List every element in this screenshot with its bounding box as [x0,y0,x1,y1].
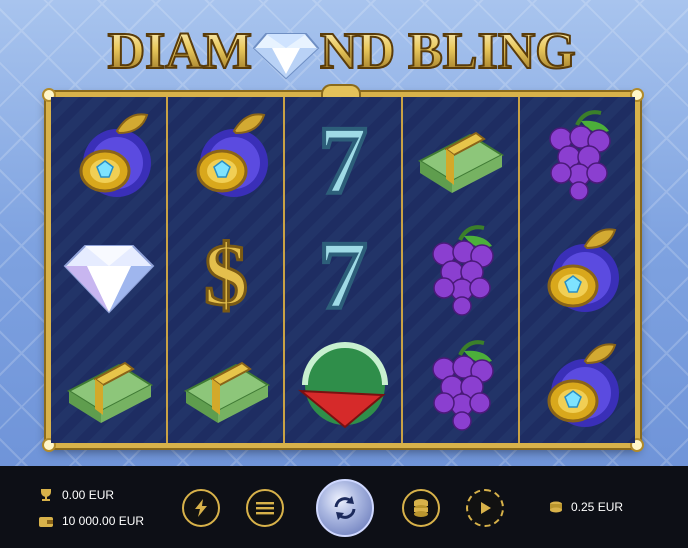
dollar-sign-icon: $ [168,212,283,327]
reel-3: 7 7 [285,97,403,443]
logo-text-left: DIAM [108,23,252,80]
cash-stack-icon [403,97,518,212]
lightning-icon [195,499,207,517]
autoplay-button[interactable] [466,489,504,527]
turbo-button[interactable] [182,489,220,527]
reel-1 [51,97,169,443]
trophy-icon [41,489,51,501]
plum-icon [520,328,635,443]
reel-5 [519,97,636,443]
coin-stack-icon [550,501,562,513]
reel-4 [402,97,520,443]
play-icon [481,502,491,514]
svg-text:$: $ [204,227,248,320]
cash-stack-icon [51,328,166,443]
diamond-icon [51,212,166,327]
plum-icon [520,212,635,327]
spin-arrows-icon [334,496,356,520]
reel-2: $ [168,97,286,443]
win-amount: 0.00 EUR [62,488,115,502]
bet-button[interactable] [402,489,440,527]
logo-diamond-icon [252,33,320,80]
grapes-icon [403,212,518,327]
coins-icon [414,499,428,517]
menu-button[interactable] [246,489,284,527]
balance-amount: 10 000.00 EUR [62,514,145,528]
svg-text:7: 7 [319,107,368,205]
grapes-icon [520,97,635,212]
reel-frame: $ 7 7 [42,84,644,452]
cash-stack-icon [168,328,283,443]
wallet-icon [39,517,53,527]
reel-grid: $ 7 7 [51,97,636,443]
plum-icon [51,97,166,212]
bet-display: 0.25 EUR [549,500,623,514]
plum-icon [168,97,283,212]
bet-amount: 0.25 EUR [571,500,624,514]
svg-text:7: 7 [319,222,368,320]
seven-icon: 7 [285,212,400,327]
seven-icon: 7 [285,97,400,212]
watermelon-icon [285,328,400,443]
win-display: 0.00 EUR [38,488,114,502]
game-logo: DIAM ND BLING [0,12,688,82]
menu-icon [256,502,274,515]
spin-button[interactable] [316,479,374,537]
logo-text-right: ND BLING [320,23,576,80]
grapes-icon [403,328,518,443]
balance-display: 10 000.00 EUR [38,514,144,528]
